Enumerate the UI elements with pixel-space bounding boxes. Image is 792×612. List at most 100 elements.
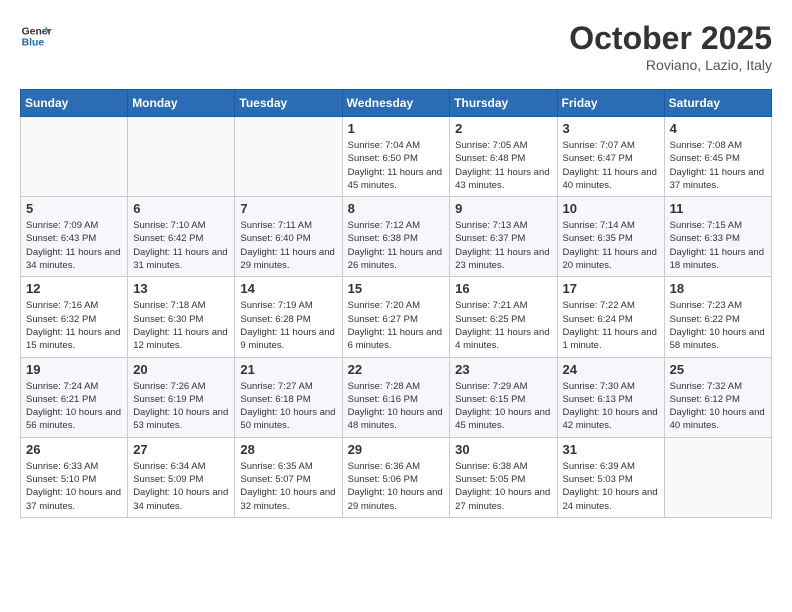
calendar-cell: 7 Sunrise: 7:11 AM Sunset: 6:40 PM Daylig… bbox=[235, 197, 342, 277]
calendar-cell bbox=[21, 117, 128, 197]
day-info: Sunrise: 7:19 AM Sunset: 6:28 PM Dayligh… bbox=[240, 299, 336, 352]
calendar-cell: 22 Sunrise: 7:28 AM Sunset: 6:16 PM Dayli… bbox=[342, 357, 450, 437]
calendar-table: SundayMondayTuesdayWednesdayThursdayFrid… bbox=[20, 89, 772, 518]
day-number: 2 bbox=[455, 121, 551, 136]
day-number: 10 bbox=[563, 201, 659, 216]
day-number: 6 bbox=[133, 201, 229, 216]
day-number: 14 bbox=[240, 281, 336, 296]
calendar-cell: 1 Sunrise: 7:04 AM Sunset: 6:50 PM Daylig… bbox=[342, 117, 450, 197]
calendar-cell: 14 Sunrise: 7:19 AM Sunset: 6:28 PM Dayli… bbox=[235, 277, 342, 357]
day-number: 29 bbox=[348, 442, 445, 457]
weekday-header-saturday: Saturday bbox=[664, 90, 771, 117]
week-row-5: 26Sunrise: 6:33 AM Sunset: 5:10 PM Dayli… bbox=[21, 437, 772, 517]
day-number: 7 bbox=[240, 201, 336, 216]
calendar-cell: 15Sunrise: 7:20 AM Sunset: 6:27 PM Dayli… bbox=[342, 277, 450, 357]
day-info: Sunrise: 6:39 AM Sunset: 5:03 PM Dayligh… bbox=[563, 460, 659, 513]
day-info: Sunrise: 7:15 AM Sunset: 6:33 PM Dayligh… bbox=[670, 219, 766, 272]
day-info: Sunrise: 7:08 AM Sunset: 6:45 PM Dayligh… bbox=[670, 139, 766, 192]
week-row-2: 5 Sunrise: 7:09 AM Sunset: 6:43 PM Daylig… bbox=[21, 197, 772, 277]
day-number: 16 bbox=[455, 281, 551, 296]
calendar-cell: 21Sunrise: 7:27 AM Sunset: 6:18 PM Dayli… bbox=[235, 357, 342, 437]
day-info: Sunrise: 6:38 AM Sunset: 5:05 PM Dayligh… bbox=[455, 460, 551, 513]
calendar-cell: 2 Sunrise: 7:05 AM Sunset: 6:48 PM Daylig… bbox=[450, 117, 557, 197]
day-info: Sunrise: 7:30 AM Sunset: 6:13 PM Dayligh… bbox=[563, 380, 659, 433]
calendar-cell bbox=[128, 117, 235, 197]
day-info: Sunrise: 6:36 AM Sunset: 5:06 PM Dayligh… bbox=[348, 460, 445, 513]
weekday-header-sunday: Sunday bbox=[21, 90, 128, 117]
day-number: 26 bbox=[26, 442, 122, 457]
day-number: 5 bbox=[26, 201, 122, 216]
calendar-cell: 24 Sunrise: 7:30 AM Sunset: 6:13 PM Dayli… bbox=[557, 357, 664, 437]
month-title: October 2025 bbox=[569, 20, 772, 57]
day-info: Sunrise: 7:10 AM Sunset: 6:42 PM Dayligh… bbox=[133, 219, 229, 272]
calendar-cell: 28Sunrise: 6:35 AM Sunset: 5:07 PM Dayli… bbox=[235, 437, 342, 517]
weekday-header-row: SundayMondayTuesdayWednesdayThursdayFrid… bbox=[21, 90, 772, 117]
day-info: Sunrise: 7:05 AM Sunset: 6:48 PM Dayligh… bbox=[455, 139, 551, 192]
weekday-header-monday: Monday bbox=[128, 90, 235, 117]
calendar-cell: 23 Sunrise: 7:29 AM Sunset: 6:15 PM Dayli… bbox=[450, 357, 557, 437]
day-info: Sunrise: 7:18 AM Sunset: 6:30 PM Dayligh… bbox=[133, 299, 229, 352]
calendar-cell: 5 Sunrise: 7:09 AM Sunset: 6:43 PM Daylig… bbox=[21, 197, 128, 277]
day-number: 4 bbox=[670, 121, 766, 136]
calendar-cell: 19 Sunrise: 7:24 AM Sunset: 6:21 PM Dayli… bbox=[21, 357, 128, 437]
weekday-header-friday: Friday bbox=[557, 90, 664, 117]
day-number: 23 bbox=[455, 362, 551, 377]
day-number: 31 bbox=[563, 442, 659, 457]
week-row-1: 1 Sunrise: 7:04 AM Sunset: 6:50 PM Daylig… bbox=[21, 117, 772, 197]
logo-icon: General Blue bbox=[20, 20, 52, 52]
day-number: 30 bbox=[455, 442, 551, 457]
page-header: General Blue October 2025 Roviano, Lazio… bbox=[20, 20, 772, 73]
day-info: Sunrise: 7:04 AM Sunset: 6:50 PM Dayligh… bbox=[348, 139, 445, 192]
day-info: Sunrise: 7:20 AM Sunset: 6:27 PM Dayligh… bbox=[348, 299, 445, 352]
day-number: 22 bbox=[348, 362, 445, 377]
day-info: Sunrise: 7:29 AM Sunset: 6:15 PM Dayligh… bbox=[455, 380, 551, 433]
calendar-cell: 13 Sunrise: 7:18 AM Sunset: 6:30 PM Dayli… bbox=[128, 277, 235, 357]
day-number: 21 bbox=[240, 362, 336, 377]
calendar-cell: 8 Sunrise: 7:12 AM Sunset: 6:38 PM Daylig… bbox=[342, 197, 450, 277]
day-number: 25 bbox=[670, 362, 766, 377]
calendar-cell: 31 Sunrise: 6:39 AM Sunset: 5:03 PM Dayli… bbox=[557, 437, 664, 517]
weekday-header-wednesday: Wednesday bbox=[342, 90, 450, 117]
day-info: Sunrise: 7:32 AM Sunset: 6:12 PM Dayligh… bbox=[670, 380, 766, 433]
calendar-cell: 27Sunrise: 6:34 AM Sunset: 5:09 PM Dayli… bbox=[128, 437, 235, 517]
day-info: Sunrise: 7:07 AM Sunset: 6:47 PM Dayligh… bbox=[563, 139, 659, 192]
day-info: Sunrise: 7:28 AM Sunset: 6:16 PM Dayligh… bbox=[348, 380, 445, 433]
day-number: 8 bbox=[348, 201, 445, 216]
day-number: 19 bbox=[26, 362, 122, 377]
day-info: Sunrise: 7:13 AM Sunset: 6:37 PM Dayligh… bbox=[455, 219, 551, 272]
day-number: 13 bbox=[133, 281, 229, 296]
calendar-cell: 12 Sunrise: 7:16 AM Sunset: 6:32 PM Dayli… bbox=[21, 277, 128, 357]
calendar-cell: 18Sunrise: 7:23 AM Sunset: 6:22 PM Dayli… bbox=[664, 277, 771, 357]
weekday-header-thursday: Thursday bbox=[450, 90, 557, 117]
day-number: 18 bbox=[670, 281, 766, 296]
calendar-cell: 3Sunrise: 7:07 AM Sunset: 6:47 PM Daylig… bbox=[557, 117, 664, 197]
svg-text:Blue: Blue bbox=[22, 38, 45, 49]
logo: General Blue bbox=[20, 20, 52, 52]
calendar-cell: 4 Sunrise: 7:08 AM Sunset: 6:45 PM Daylig… bbox=[664, 117, 771, 197]
calendar-cell bbox=[235, 117, 342, 197]
calendar-cell: 16Sunrise: 7:21 AM Sunset: 6:25 PM Dayli… bbox=[450, 277, 557, 357]
day-info: Sunrise: 6:35 AM Sunset: 5:07 PM Dayligh… bbox=[240, 460, 336, 513]
day-info: Sunrise: 7:12 AM Sunset: 6:38 PM Dayligh… bbox=[348, 219, 445, 272]
day-info: Sunrise: 7:16 AM Sunset: 6:32 PM Dayligh… bbox=[26, 299, 122, 352]
day-number: 1 bbox=[348, 121, 445, 136]
day-info: Sunrise: 7:11 AM Sunset: 6:40 PM Dayligh… bbox=[240, 219, 336, 272]
location: Roviano, Lazio, Italy bbox=[569, 57, 772, 73]
calendar-cell: 25 Sunrise: 7:32 AM Sunset: 6:12 PM Dayli… bbox=[664, 357, 771, 437]
title-block: October 2025 Roviano, Lazio, Italy bbox=[569, 20, 772, 73]
calendar-cell bbox=[664, 437, 771, 517]
calendar-cell: 29 Sunrise: 6:36 AM Sunset: 5:06 PM Dayli… bbox=[342, 437, 450, 517]
day-number: 24 bbox=[563, 362, 659, 377]
day-info: Sunrise: 7:09 AM Sunset: 6:43 PM Dayligh… bbox=[26, 219, 122, 272]
day-number: 12 bbox=[26, 281, 122, 296]
day-info: Sunrise: 7:26 AM Sunset: 6:19 PM Dayligh… bbox=[133, 380, 229, 433]
day-number: 11 bbox=[670, 201, 766, 216]
day-info: Sunrise: 7:14 AM Sunset: 6:35 PM Dayligh… bbox=[563, 219, 659, 272]
calendar-cell: 30 Sunrise: 6:38 AM Sunset: 5:05 PM Dayli… bbox=[450, 437, 557, 517]
calendar-cell: 11 Sunrise: 7:15 AM Sunset: 6:33 PM Dayli… bbox=[664, 197, 771, 277]
weekday-header-tuesday: Tuesday bbox=[235, 90, 342, 117]
calendar-cell: 17Sunrise: 7:22 AM Sunset: 6:24 PM Dayli… bbox=[557, 277, 664, 357]
day-info: Sunrise: 7:22 AM Sunset: 6:24 PM Dayligh… bbox=[563, 299, 659, 352]
day-info: Sunrise: 7:24 AM Sunset: 6:21 PM Dayligh… bbox=[26, 380, 122, 433]
calendar-cell: 26Sunrise: 6:33 AM Sunset: 5:10 PM Dayli… bbox=[21, 437, 128, 517]
